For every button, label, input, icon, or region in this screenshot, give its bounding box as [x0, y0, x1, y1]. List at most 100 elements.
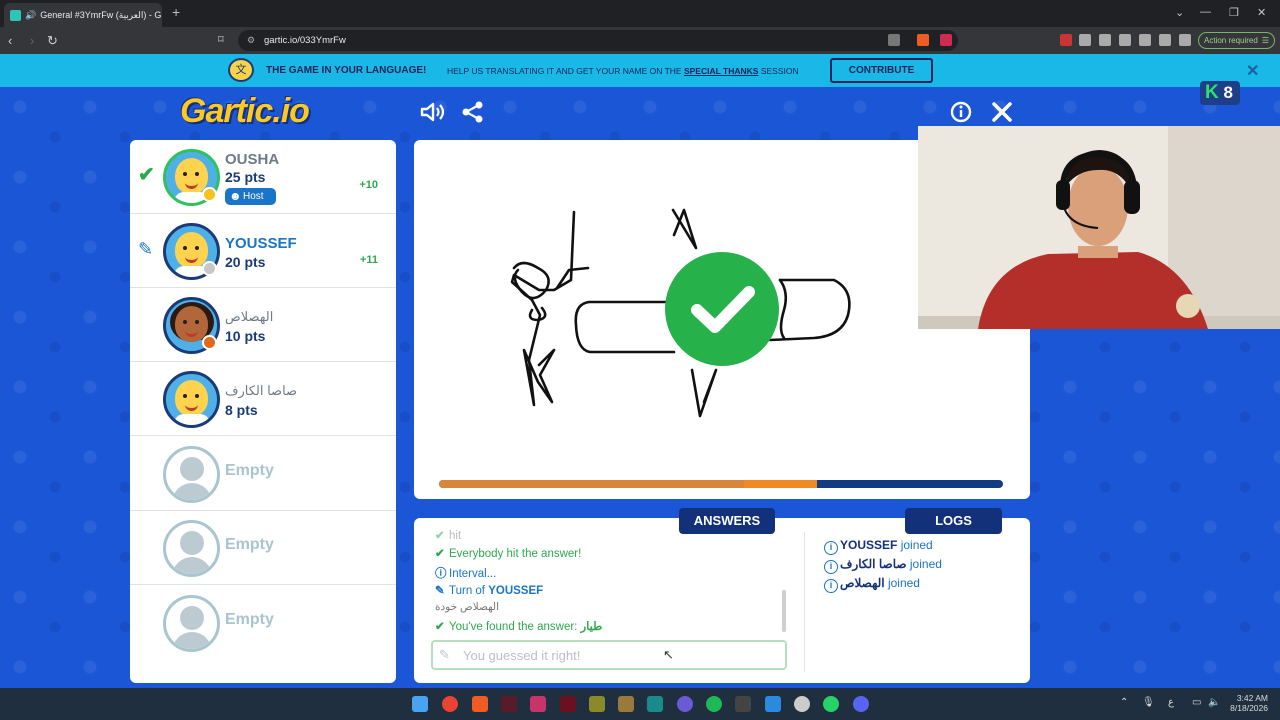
- chrome-icon[interactable]: [442, 696, 458, 712]
- player-card[interactable]: صاصا الكارف 8 pts: [130, 362, 396, 436]
- app-icon[interactable]: [618, 696, 634, 712]
- log-entry: i الهصلاص joined: [824, 576, 920, 593]
- window-close-icon[interactable]: ✕: [1257, 6, 1266, 19]
- input-language[interactable]: ع: [1168, 697, 1174, 708]
- leo-icon[interactable]: [1159, 34, 1171, 46]
- round-timer-bar: [439, 480, 1003, 488]
- app-icon[interactable]: [794, 696, 810, 712]
- guess-input[interactable]: ✎ You guessed it right! ↖: [431, 640, 787, 670]
- contribute-button[interactable]: CONTRIBUTE: [830, 58, 933, 83]
- banner-text: HELP US TRANSLATING IT AND GET YOUR NAME…: [447, 66, 799, 76]
- browser-tab[interactable]: 🔊 General #3YmrFw (العربية) - G ×: [4, 3, 162, 27]
- extension-pen-icon[interactable]: [1060, 34, 1072, 46]
- site-settings-icon[interactable]: ⚙: [247, 30, 255, 51]
- banner-title: THE GAME IN YOUR LANGUAGE!: [266, 65, 427, 76]
- empty-label: Empty: [225, 611, 274, 628]
- info-icon[interactable]: [950, 101, 972, 128]
- empty-avatar-icon: [163, 446, 220, 503]
- translate-icon: 文: [228, 58, 254, 82]
- start-icon[interactable]: [412, 696, 428, 712]
- microphone-icon[interactable]: 🎙: [1142, 697, 1155, 708]
- log-action: joined: [900, 538, 933, 552]
- extensions-puzzle-icon[interactable]: [1099, 34, 1111, 46]
- app-icon[interactable]: [530, 696, 546, 712]
- empty-slot: Empty: [130, 437, 396, 511]
- turn-player-name: YOUSSEF: [488, 585, 544, 597]
- banner-text-before: HELP US TRANSLATING IT AND GET YOUR NAME…: [447, 66, 682, 76]
- gartic-favicon-icon: [10, 9, 21, 21]
- brave-rewards-icon[interactable]: [940, 34, 952, 46]
- brave-shields-icon[interactable]: [917, 34, 929, 46]
- app-icon[interactable]: [677, 696, 693, 712]
- log-player: صاصا الكارف: [840, 557, 907, 571]
- app-icon[interactable]: [589, 696, 605, 712]
- badge-count: 8: [1223, 83, 1233, 102]
- app-icon[interactable]: [560, 696, 576, 712]
- new-tab-button[interactable]: +: [172, 4, 180, 20]
- status-dot: [202, 335, 217, 350]
- whatsapp-icon[interactable]: [823, 696, 839, 712]
- address-bar[interactable]: ⚙ gartic.io/033YmrFw: [238, 30, 958, 51]
- action-required-button[interactable]: Action required ☰: [1198, 32, 1275, 49]
- share-icon[interactable]: [462, 101, 484, 128]
- restore-icon[interactable]: ❐: [1229, 6, 1239, 19]
- special-thanks-link[interactable]: SPECIAL THANKS: [684, 66, 758, 76]
- terminal-icon[interactable]: [647, 696, 663, 712]
- info-icon: ⓘ: [435, 568, 447, 580]
- exit-icon[interactable]: [991, 101, 1013, 128]
- status-dot: [202, 187, 217, 202]
- answers-scrollbar[interactable]: [782, 590, 786, 632]
- url-text: gartic.io/033YmrFw: [264, 35, 346, 46]
- brave-icon[interactable]: [472, 696, 488, 712]
- speaker-icon: 🔊: [25, 9, 37, 20]
- windows-taskbar: ⌃ 🎙 ع ▭ 🔈 3:42 AM 8/18/2026: [0, 688, 1280, 720]
- banner-close-icon[interactable]: ✕: [1246, 61, 1259, 81]
- vpn-shield-icon[interactable]: [1179, 34, 1191, 46]
- empty-slot: Empty: [130, 586, 396, 660]
- empty-label: Empty: [225, 536, 274, 553]
- player-points: 8 pts: [225, 402, 258, 418]
- avatar: [163, 371, 220, 428]
- host-badge: Host: [225, 188, 276, 205]
- clock[interactable]: 3:42 AM 8/18/2026: [1222, 693, 1268, 713]
- tray-chevron-icon[interactable]: ⌃: [1120, 697, 1128, 708]
- minimize-icon[interactable]: —: [1200, 6, 1211, 18]
- guess-placeholder: You guessed it right!: [463, 648, 581, 663]
- spotify-icon[interactable]: [706, 696, 722, 712]
- player-card[interactable]: ✎ YOUSSEF 20 pts +11: [130, 214, 396, 288]
- sound-icon[interactable]: [420, 101, 446, 128]
- app-icon[interactable]: [501, 696, 517, 712]
- answer-message: الهصلاص خودة: [435, 601, 499, 613]
- bookmark-icon[interactable]: ⌑: [218, 33, 224, 46]
- discord-icon[interactable]: [853, 696, 869, 712]
- extension-mail-icon[interactable]: [1079, 34, 1091, 46]
- message-text: الهصلاص خودة: [435, 601, 500, 613]
- answer-message: ⓘ Interval...: [435, 565, 496, 581]
- cast-icon[interactable]: [888, 34, 900, 46]
- player-points: 10 pts: [225, 328, 266, 344]
- cut-message-text: hit: [449, 530, 462, 542]
- wallet-icon[interactable]: [1139, 34, 1151, 46]
- tab-title: General #3YmrFw (العربية) - G: [40, 9, 162, 20]
- translation-banner: 文 THE GAME IN YOUR LANGUAGE! HELP US TRA…: [0, 54, 1280, 87]
- check-icon: ✔: [435, 621, 445, 633]
- log-entry: i YOUSSEF joined: [824, 538, 933, 555]
- video-icon[interactable]: [765, 696, 781, 712]
- player-card[interactable]: ✔ OUSHA 25 pts Host +10: [130, 140, 396, 214]
- forward-icon[interactable]: ›: [30, 33, 34, 48]
- empty-slot: Empty: [130, 511, 396, 585]
- player-card[interactable]: الهصلاص 10 pts: [130, 288, 396, 362]
- tab-search-chevron-icon[interactable]: ⌄: [1175, 6, 1184, 19]
- sidebar-icon[interactable]: [1119, 34, 1131, 46]
- reload-icon[interactable]: ↻: [47, 33, 58, 49]
- info-icon: i: [824, 560, 838, 574]
- empty-avatar-icon: [163, 595, 220, 652]
- app-icon[interactable]: [735, 696, 751, 712]
- network-icon[interactable]: ▭: [1192, 697, 1201, 708]
- volume-icon[interactable]: 🔈: [1208, 697, 1220, 708]
- player-name: الهصلاص: [225, 309, 274, 324]
- tab-logs[interactable]: LOGS: [905, 508, 1002, 534]
- log-player: الهصلاص: [840, 576, 885, 590]
- back-icon[interactable]: ‹: [8, 33, 12, 48]
- answer-message: ✔ Everybody hit the answer!: [435, 546, 581, 560]
